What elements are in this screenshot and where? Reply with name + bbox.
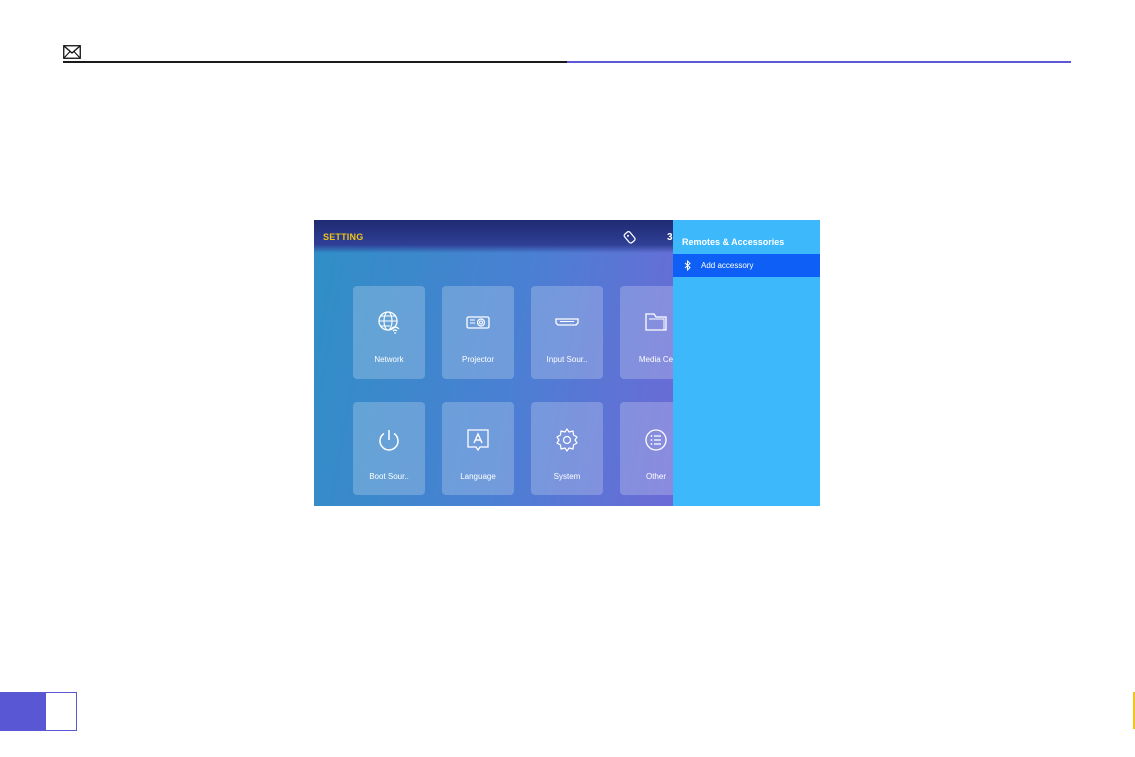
- bluetooth-icon: [684, 260, 691, 271]
- panel-title: Remotes & Accessories: [682, 237, 785, 247]
- tile-boot-source[interactable]: Boot Sour..: [353, 402, 425, 495]
- tile-label: Network: [374, 355, 404, 364]
- tile-input-source[interactable]: Input Sour..: [531, 286, 603, 379]
- hdmi-icon: [555, 318, 579, 326]
- tile-label: Projector: [461, 355, 494, 364]
- settings-screenshot: SETTING 3 Network Projector Input Sour..…: [314, 220, 820, 506]
- tile-network[interactable]: Network: [353, 286, 425, 379]
- tile-language[interactable]: Language: [442, 402, 514, 495]
- header-rule-blue: [567, 61, 1071, 63]
- add-accessory-label: Add accessory: [701, 261, 754, 270]
- page-header: [0, 0, 1135, 70]
- remotes-accessories-panel: Remotes & Accessories Add accessory: [673, 220, 820, 506]
- mail-icon[interactable]: [63, 45, 81, 59]
- footer-page-box: [45, 692, 77, 731]
- projector-icon: [466, 316, 490, 329]
- settings-top-bar: SETTING 3: [314, 220, 674, 253]
- tile-label: Boot Sour..: [369, 472, 409, 481]
- list-icon: [645, 429, 667, 451]
- add-accessory-item[interactable]: Add accessory: [673, 254, 820, 277]
- settings-title: SETTING: [323, 232, 364, 242]
- footer-page-block: [0, 692, 45, 731]
- tile-projector[interactable]: Projector: [442, 286, 514, 379]
- globe-wifi-icon: [378, 311, 400, 334]
- tile-system[interactable]: System: [531, 402, 603, 495]
- folder-icon: [645, 313, 667, 331]
- tile-label: System: [553, 472, 581, 481]
- header-rule-dark: [63, 61, 567, 63]
- clock-text: 3: [667, 232, 673, 243]
- tile-label: Input Sour..: [546, 355, 588, 364]
- tile-label: Language: [460, 472, 496, 481]
- remote-icon[interactable]: [623, 230, 637, 244]
- gear-icon: [556, 428, 578, 452]
- power-icon: [379, 430, 399, 451]
- language-icon: [467, 429, 489, 452]
